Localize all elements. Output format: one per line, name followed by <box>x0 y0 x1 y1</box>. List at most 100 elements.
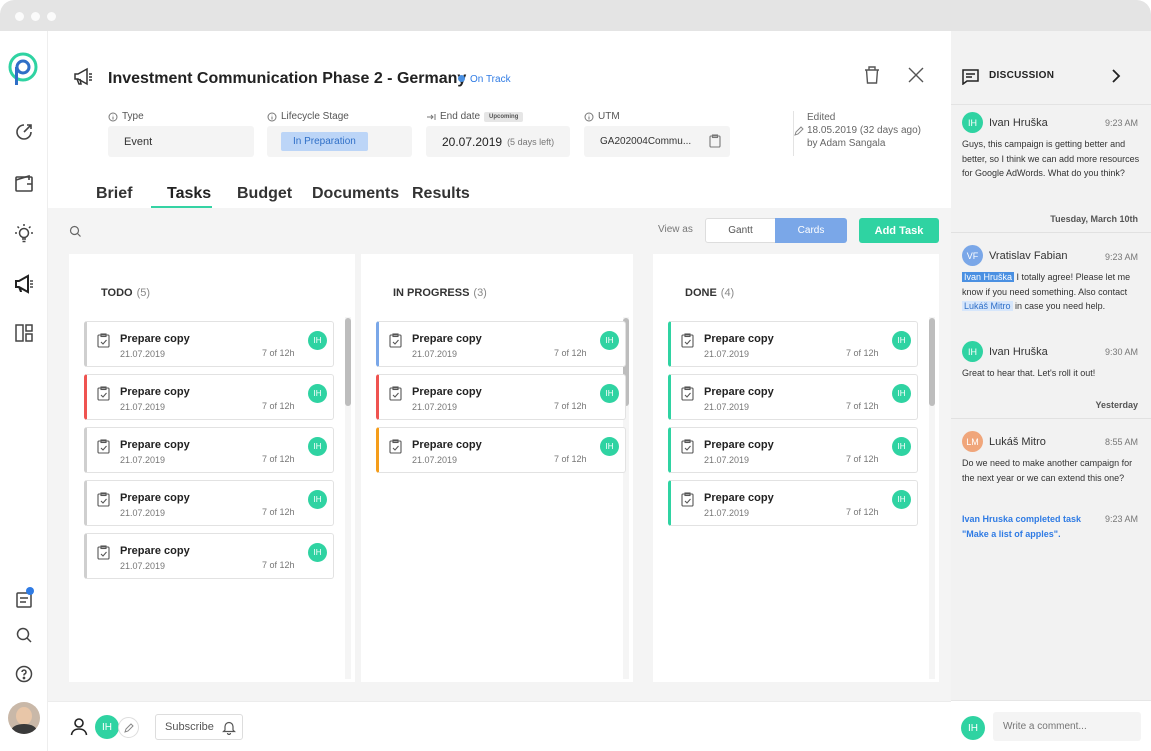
main-panel: Investment Communication Phase 2 - Germa… <box>48 31 951 751</box>
sidebar-search-icon[interactable] <box>11 622 37 648</box>
task-assignee-avatar[interactable]: IH <box>892 384 911 403</box>
campaigns-megaphone-icon[interactable] <box>11 271 37 297</box>
task-assignee-avatar[interactable]: IH <box>308 490 327 509</box>
type-value: Event <box>124 135 153 148</box>
cards-view-button[interactable]: Cards <box>775 218 847 243</box>
task-card[interactable]: Prepare copy 21.07.2019 7 of 12h IH <box>84 321 334 367</box>
task-card[interactable]: Prepare copy 21.07.2019 7 of 12h IH <box>376 374 626 420</box>
assignee-avatar[interactable]: IH <box>95 715 119 739</box>
column-scroll-thumb[interactable] <box>929 318 935 406</box>
task-card[interactable]: Prepare copy 21.07.2019 7 of 12h IH <box>84 533 334 579</box>
person-icon[interactable] <box>70 717 88 741</box>
end-date-label: End date Upcoming <box>426 111 524 122</box>
task-card[interactable]: Prepare copy 21.07.2019 7 of 12h IH <box>84 374 334 420</box>
message-text: Do we need to make another campaign for … <box>962 458 1133 483</box>
kanban-column: DONE (4) Prepare copy 21.07.2019 7 of 12h IH P… <box>653 254 939 682</box>
status-badge[interactable]: On Track <box>458 74 511 85</box>
task-assignee-avatar[interactable]: IH <box>308 437 327 456</box>
task-hours: 7 of 12h <box>262 348 295 358</box>
tab-tasks[interactable]: Tasks <box>167 185 211 203</box>
task-card[interactable]: Prepare copy 21.07.2019 7 of 12h IH <box>84 480 334 526</box>
clipboard-copy-icon[interactable] <box>709 134 721 148</box>
lifecycle-field[interactable]: In Preparation <box>267 126 412 157</box>
message-time: 8:55 AM <box>1104 437 1138 447</box>
task-assignee-avatar[interactable]: IH <box>600 384 619 403</box>
task-clipboard-icon <box>97 333 110 353</box>
window-minimize-dot[interactable] <box>31 12 40 21</box>
close-icon[interactable] <box>907 66 925 89</box>
task-card[interactable]: Prepare copy 21.07.2019 7 of 12h IH <box>668 374 918 420</box>
task-date: 21.07.2019 <box>120 402 166 412</box>
type-field[interactable]: Event <box>108 126 254 157</box>
task-clipboard-icon <box>97 492 110 512</box>
task-date: 21.07.2019 <box>704 402 750 412</box>
author-avatar: LM <box>962 431 983 452</box>
add-task-button[interactable]: Add Task <box>859 218 939 243</box>
user-mention[interactable]: Ivan Hruška <box>962 272 1015 282</box>
edit-assignee-icon[interactable] <box>118 717 139 738</box>
notifications-list-icon[interactable] <box>11 586 37 612</box>
tab-budget[interactable]: Budget <box>237 185 292 203</box>
task-card[interactable]: Prepare copy 21.07.2019 7 of 12h IH <box>668 427 918 473</box>
tab-documents[interactable]: Documents <box>312 185 399 203</box>
trash-icon[interactable] <box>863 65 881 90</box>
comment-input[interactable] <box>993 712 1141 741</box>
column-title: DONE (4) <box>685 287 734 299</box>
task-assignee-avatar[interactable]: IH <box>308 543 327 562</box>
task-hours: 7 of 12h <box>262 401 295 411</box>
task-card[interactable]: Prepare copy 21.07.2019 7 of 12h IH <box>84 427 334 473</box>
divider <box>951 418 1151 419</box>
task-assignee-avatar[interactable]: IH <box>892 490 911 509</box>
app-logo-icon[interactable] <box>8 52 40 85</box>
window-maximize-dot[interactable] <box>47 12 56 21</box>
subscribe-label: Subscribe <box>165 721 214 733</box>
user-mention[interactable]: Lukáš Mitro <box>962 301 1013 311</box>
task-assignee-avatar[interactable]: IH <box>308 331 327 350</box>
window-close-dot[interactable] <box>15 12 24 21</box>
activity-entry[interactable]: Ivan Hruska completed task "Make a list … <box>962 512 1092 541</box>
task-clipboard-icon <box>389 439 402 459</box>
lifecycle-label: Lifecycle Stage <box>267 111 349 122</box>
utm-field[interactable]: GA202004Commu... <box>584 126 730 157</box>
info-icon <box>584 112 594 121</box>
task-title: Prepare copy <box>704 386 774 398</box>
message-time: 9:23 AM <box>1104 252 1138 262</box>
task-date: 21.07.2019 <box>120 508 166 518</box>
board-search-icon[interactable] <box>69 225 82 243</box>
task-assignee-avatar[interactable]: IH <box>600 437 619 456</box>
window-titlebar <box>0 0 1151 31</box>
task-card[interactable]: Prepare copy 21.07.2019 7 of 12h IH <box>376 321 626 367</box>
layout-grid-icon[interactable] <box>11 320 37 346</box>
task-date: 21.07.2019 <box>120 349 166 359</box>
end-date-value: 20.07.2019 <box>442 134 503 149</box>
help-icon[interactable] <box>11 661 37 687</box>
pencil-icon <box>794 126 804 140</box>
utm-value: GA202004Commu... <box>600 136 692 147</box>
tab-brief[interactable]: Brief <box>96 185 132 203</box>
tab-results[interactable]: Results <box>412 185 470 203</box>
task-title: Prepare copy <box>412 439 482 451</box>
task-title: Prepare copy <box>412 386 482 398</box>
subscribe-button[interactable]: Subscribe <box>155 714 243 740</box>
kanban-column: TODO (5) Prepare copy 21.07.2019 7 of 12h IH P… <box>69 254 355 682</box>
task-card[interactable]: Prepare copy 21.07.2019 7 of 12h IH <box>376 427 626 473</box>
user-avatar[interactable] <box>8 702 40 734</box>
app-window: Investment Communication Phase 2 - Germa… <box>0 0 1151 751</box>
chevron-right-icon[interactable] <box>1111 69 1121 88</box>
ideas-bulb-icon[interactable] <box>11 221 37 247</box>
task-card[interactable]: Prepare copy 21.07.2019 7 of 12h IH <box>668 480 918 526</box>
end-date-label-text: End date <box>440 111 481 122</box>
column-count: (5) <box>136 287 151 299</box>
task-card[interactable]: Prepare copy 21.07.2019 7 of 12h IH <box>668 321 918 367</box>
task-assignee-avatar[interactable]: IH <box>308 384 327 403</box>
chat-icon <box>962 69 979 90</box>
upcoming-badge: Upcoming <box>484 111 524 122</box>
dashboard-icon[interactable] <box>11 119 37 145</box>
task-assignee-avatar[interactable]: IH <box>892 331 911 350</box>
wallet-icon[interactable] <box>11 170 37 196</box>
gantt-view-button[interactable]: Gantt <box>705 218 776 243</box>
end-date-field[interactable]: 20.07.2019 (5 days left) <box>426 126 570 157</box>
column-scroll-thumb[interactable] <box>345 318 351 406</box>
task-assignee-avatar[interactable]: IH <box>600 331 619 350</box>
task-assignee-avatar[interactable]: IH <box>892 437 911 456</box>
